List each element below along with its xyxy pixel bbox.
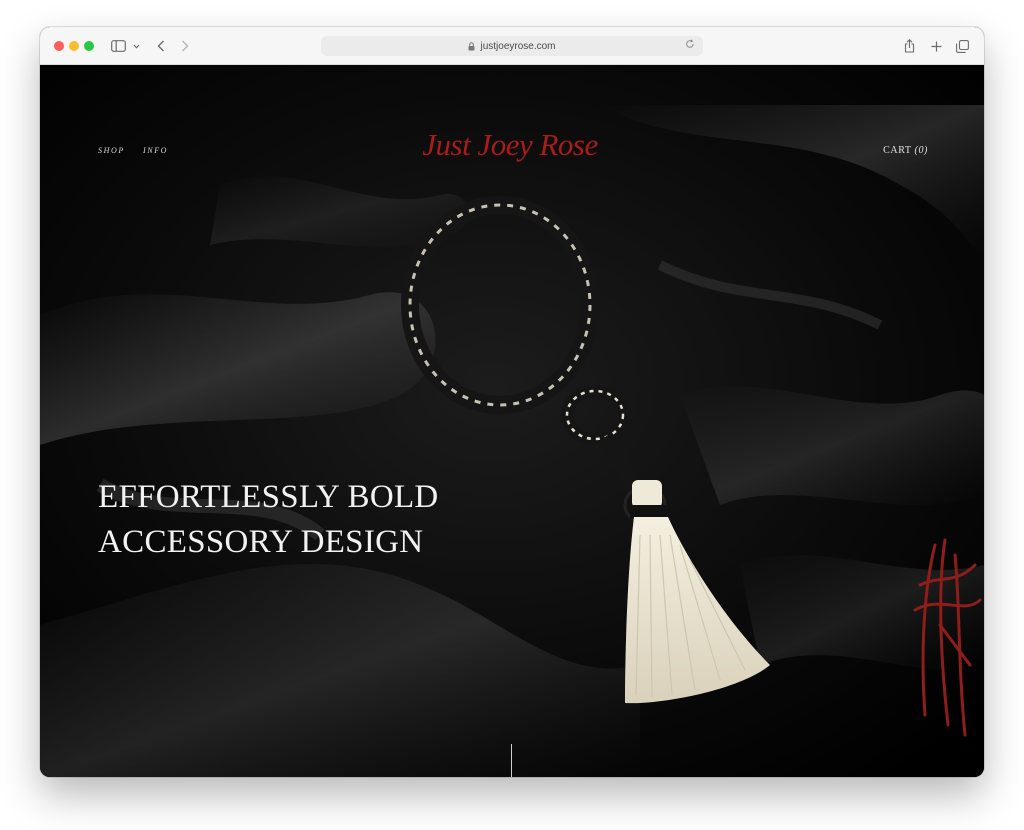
zoom-window-button[interactable]	[84, 41, 94, 51]
cart-label: CART	[883, 145, 912, 156]
close-window-button[interactable]	[54, 41, 64, 51]
new-tab-icon[interactable]	[929, 36, 943, 56]
nav-info-link[interactable]: INFO	[143, 146, 168, 155]
hero-headline: EFFORTLESSLY BOLD ACCESSORY DESIGN	[98, 475, 458, 565]
site-logo[interactable]: Just Joey Rose	[420, 127, 600, 163]
lock-icon	[468, 41, 475, 51]
back-icon[interactable]	[155, 36, 167, 56]
reload-icon[interactable]	[685, 39, 695, 52]
scroll-indicator[interactable]	[511, 744, 512, 777]
hero-image	[40, 65, 984, 777]
forward-icon[interactable]	[179, 36, 191, 56]
hero-headline-line-2: ACCESSORY DESIGN	[98, 524, 424, 560]
minimize-window-button[interactable]	[69, 41, 79, 51]
browser-toolbar: justjoeyrose.com	[40, 27, 984, 65]
browser-window: justjoeyrose.com SHOP INFO Just Joey Ros…	[40, 27, 984, 777]
cart-count: (0)	[914, 145, 928, 156]
website-hero: SHOP INFO Just Joey Rose CART (0) EFFORT…	[40, 65, 984, 777]
hero-headline-line-1: EFFORTLESSLY BOLD	[98, 479, 439, 515]
address-bar[interactable]: justjoeyrose.com	[321, 36, 703, 56]
nav-shop-link[interactable]: SHOP	[98, 146, 125, 155]
sidebar-icon[interactable]	[110, 36, 126, 56]
tabs-overview-icon[interactable]	[955, 36, 969, 56]
cart-link[interactable]: CART (0)	[883, 145, 928, 156]
url-text: justjoeyrose.com	[480, 40, 556, 52]
share-icon[interactable]	[902, 36, 916, 56]
chevron-down-icon[interactable]	[132, 36, 140, 56]
